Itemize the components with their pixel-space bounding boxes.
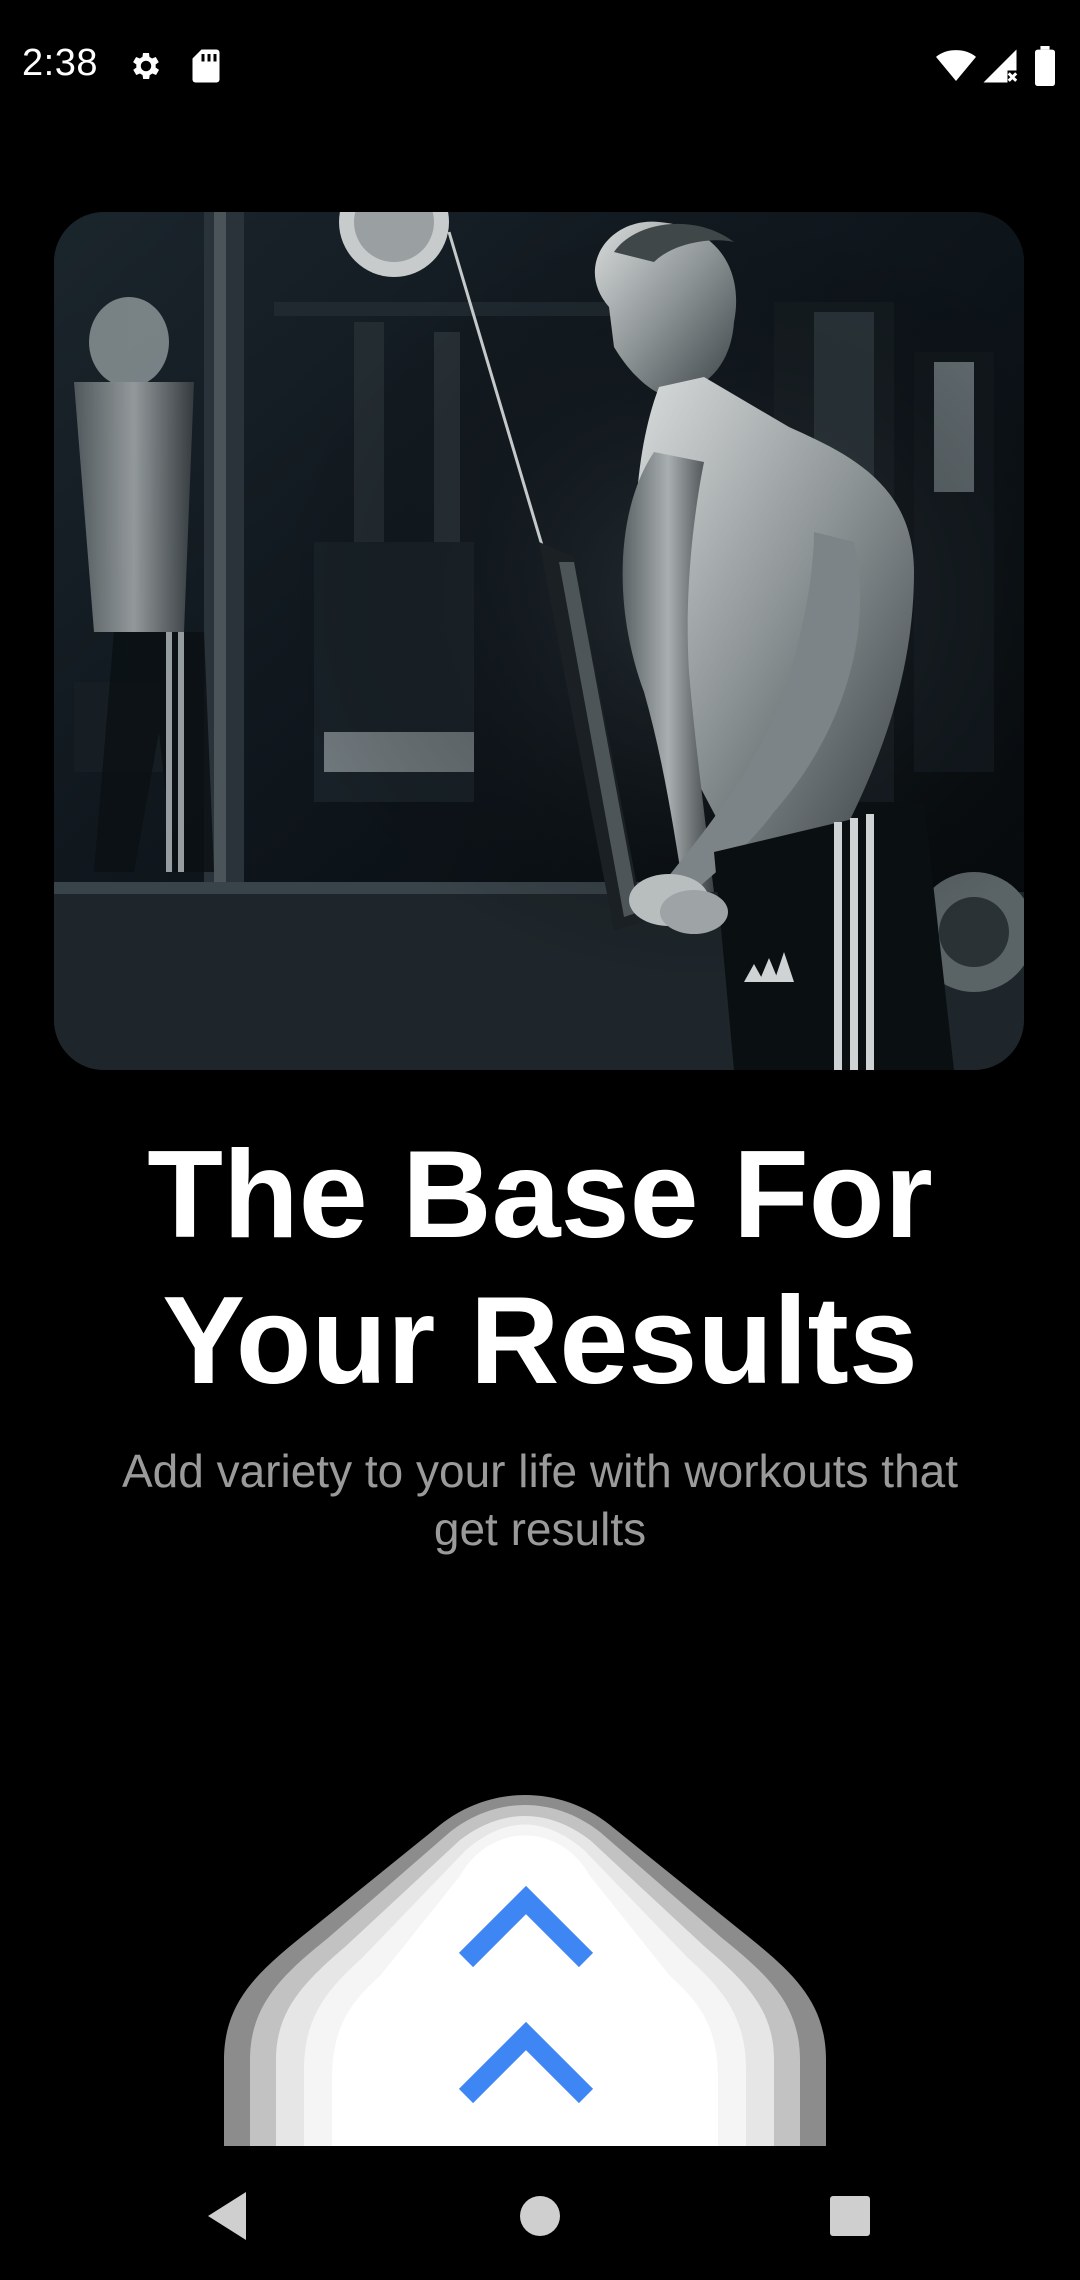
page-subtitle: Add variety to your life with workouts t… [60,1442,1020,1558]
title-line-2: Your Results [162,1272,918,1410]
back-icon[interactable] [186,2176,266,2256]
status-time: 2:38 [22,42,98,84]
gear-icon [128,48,164,89]
page-title: The Base For Your Results [40,1122,1040,1414]
chevron-up-icon [456,2016,596,2106]
wifi-icon [936,48,976,89]
signal-no-data-icon [982,48,1018,89]
system-nav-bar [0,2146,1080,2280]
status-bar: 2:38 [0,0,1080,136]
chevron-up-icon [456,1880,596,1970]
title-line-1: The Base For [147,1126,933,1264]
subtitle-line-1: Add variety to your life with workouts t… [121,1445,959,1497]
home-icon[interactable] [500,2176,580,2256]
swipe-up-button[interactable] [220,1770,830,2146]
battery-icon [1034,46,1056,91]
sd-card-icon [190,48,222,89]
hero-image [54,212,1024,1070]
subtitle-line-2: get results [433,1503,647,1555]
recents-icon[interactable] [810,2176,890,2256]
